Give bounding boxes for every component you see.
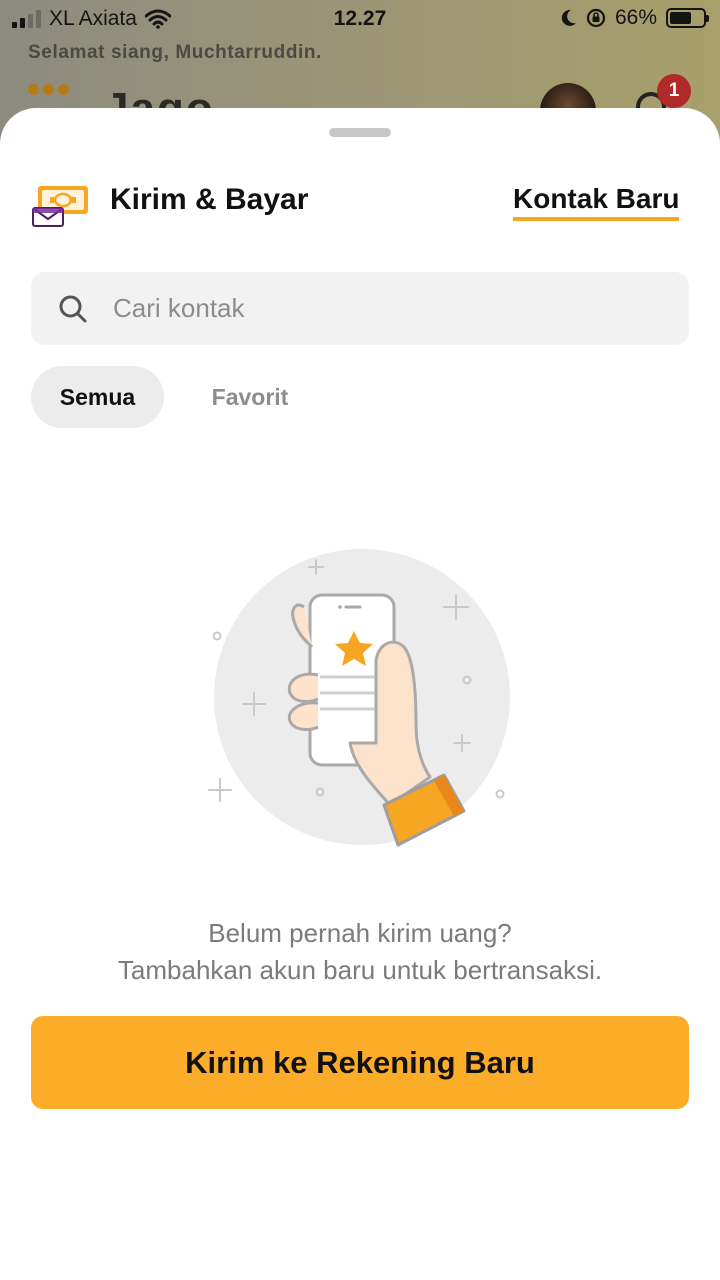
notification-badge: 1 [657,74,691,108]
phone-star-illustration [208,549,510,847]
tab-semua[interactable]: Semua [31,366,164,428]
logo-icon [28,84,69,95]
drag-handle[interactable] [329,128,391,137]
send-money-icon [32,186,88,227]
status-bar: XL Axiata 12.27 66% [0,0,720,36]
rotation-lock-icon [586,8,606,28]
empty-state-title: Belum pernah kirim uang? [208,918,512,948]
greeting-text: Selamat siang, Muchtarruddin. [28,42,323,63]
send-to-new-account-button[interactable]: Kirim ke Rekening Baru [31,1016,689,1109]
search-input[interactable] [113,286,673,330]
tab-favorit[interactable]: Favorit [180,366,320,428]
moon-icon [561,9,576,26]
sheet-title: Kirim & Bayar [110,183,309,216]
search-bar[interactable] [31,272,689,345]
battery-icon [666,8,709,28]
send-pay-sheet: Kirim & Bayar Kontak Baru Semua Favorit [0,108,720,1280]
new-contact-link[interactable]: Kontak Baru [513,184,680,221]
empty-state-subtitle: Tambahkan akun baru untuk bertransaksi. [117,955,603,985]
search-icon [59,295,87,323]
battery-percent: 66% [614,6,657,29]
